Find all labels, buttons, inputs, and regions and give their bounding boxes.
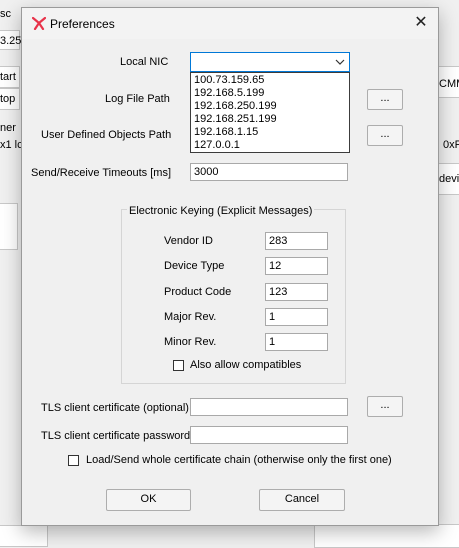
vendor-id-label: Vendor ID [164,235,213,247]
close-button[interactable]: ✕ [412,14,430,32]
bg-fragment: x1 lc [0,139,23,151]
nic-option[interactable]: 192.168.250.199 [191,100,349,113]
tls-cert-input[interactable] [190,398,348,416]
timeouts-input[interactable]: 3000 [190,163,348,181]
bg-fragment: 0xF [443,139,459,151]
tls-password-input[interactable] [190,426,348,444]
bg-fragment: 3.25 [0,35,22,47]
log-file-path-label: Log File Path [105,93,170,105]
product-code-input[interactable]: 123 [265,283,328,301]
local-nic-select[interactable] [190,52,350,72]
log-file-browse-button[interactable]: ... [367,89,403,110]
nic-option[interactable]: 100.73.159.65 [191,74,349,87]
chevron-down-icon [335,59,345,65]
cancel-button[interactable]: Cancel [259,489,345,511]
load-chain-checkbox[interactable] [68,455,79,466]
ok-button[interactable]: OK [106,489,191,511]
tls-cert-browse-button[interactable]: ... [367,396,403,417]
product-code-label: Product Code [164,286,232,298]
bg-fragment: sc [0,8,11,20]
nic-option[interactable]: 192.168.5.199 [191,87,349,100]
load-chain-label: Load/Send whole certificate chain (other… [86,454,392,466]
app-logo-icon [32,16,46,30]
major-rev-input[interactable]: 1 [265,308,328,326]
allow-compatibles-checkbox[interactable] [173,360,184,371]
dialog-title: Preferences [50,17,115,31]
bg-panel [314,524,459,548]
bg-fragment: devic [439,173,459,185]
minor-rev-input[interactable]: 1 [265,333,328,351]
device-type-label: Device Type [164,260,225,272]
user-objects-browse-button[interactable]: ... [367,125,403,146]
user-objects-path-label: User Defined Objects Path [41,129,172,141]
nic-option[interactable]: 127.0.0.1 [191,139,349,152]
vendor-id-input[interactable]: 283 [265,232,328,250]
bg-fragment: CMM [439,78,459,90]
close-icon: ✕ [414,14,428,31]
minor-rev-label: Minor Rev. [164,336,217,348]
allow-compatibles-label: Also allow compatibles [190,359,302,371]
preferences-dialog: Preferences ✕ Local NIC 100.73.159.65 19… [21,7,439,526]
bg-fragment: tart [0,71,16,83]
timeouts-label: Send/Receive Timeouts [ms] [31,167,172,179]
nic-option[interactable]: 192.168.1.15 [191,126,349,139]
local-nic-dropdown-list: 100.73.159.65 192.168.5.199 192.168.250.… [190,72,350,153]
bg-panel [0,203,18,250]
major-rev-label: Major Rev. [164,311,217,323]
bg-fragment: top [0,93,16,105]
tls-cert-label: TLS client certificate (optional) [41,402,189,414]
nic-option[interactable]: 192.168.251.199 [191,113,349,126]
device-type-input[interactable]: 12 [265,257,328,275]
electronic-keying-title: Electronic Keying (Explicit Messages) [127,205,315,217]
local-nic-label: Local NIC [120,56,169,68]
tls-password-label: TLS client certificate password [41,430,191,442]
bg-fragment: ner [0,122,16,134]
title-bar[interactable]: Preferences ✕ [22,8,438,39]
